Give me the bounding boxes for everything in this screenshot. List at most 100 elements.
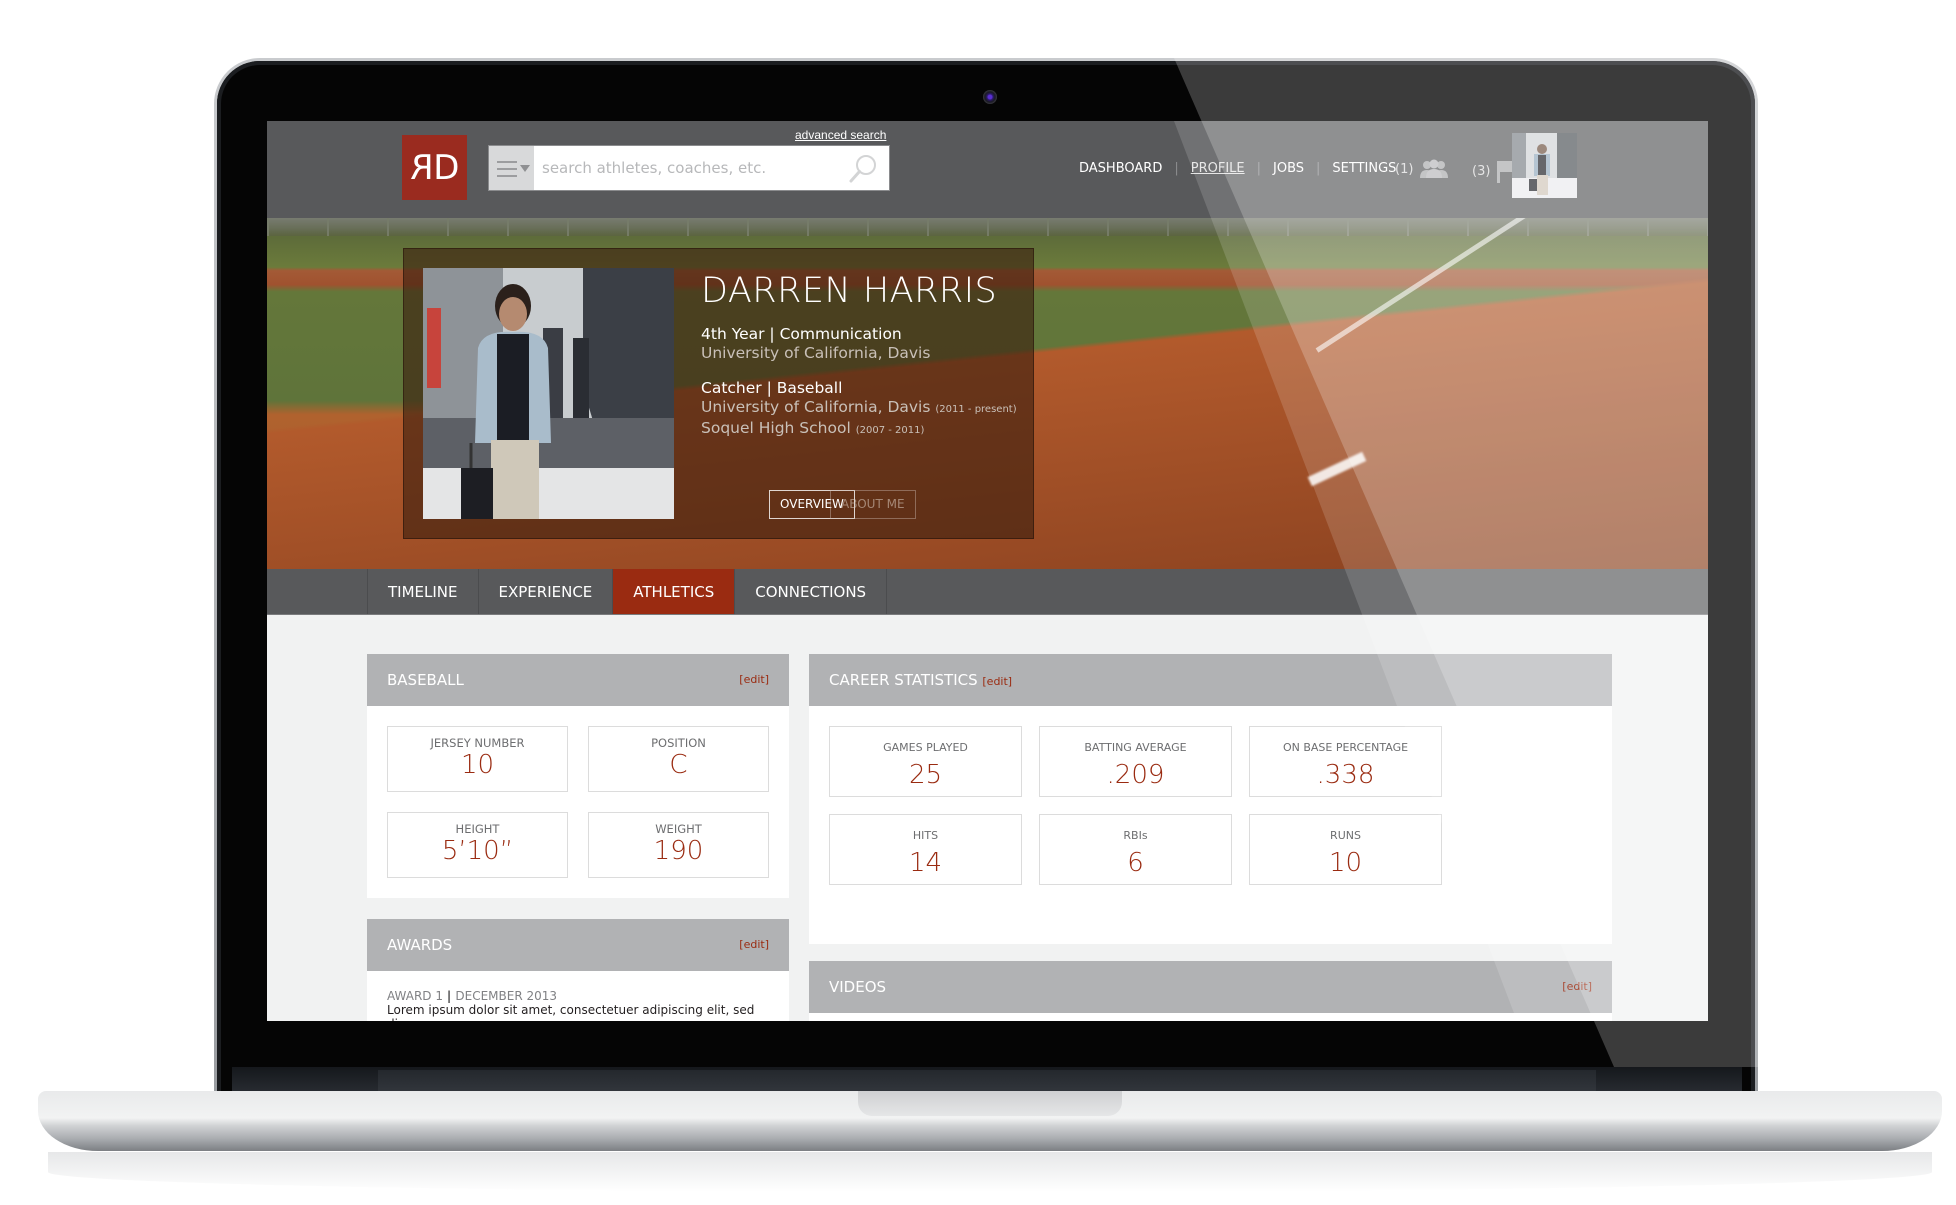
tab-timeline[interactable]: TIMELINE: [367, 569, 478, 614]
caret-down-icon: [520, 165, 530, 172]
notifications[interactable]: (3): [1472, 159, 1516, 183]
camera-icon: [983, 90, 997, 104]
nav-separator: |: [1316, 161, 1321, 176]
profile-photo-image: [423, 268, 674, 519]
field-label: POSITION: [651, 736, 706, 750]
baseball-card-title: BASEBALL: [387, 671, 464, 689]
school: University of California, Davis: [701, 344, 931, 362]
stat-value: 10: [1328, 848, 1363, 878]
field-value: C: [669, 750, 688, 780]
profile-tab-bar: TIMELINE EXPERIENCE ATHLETICS CONNECTION…: [267, 569, 1708, 615]
awards-card-header: AWARDS [edit]: [367, 919, 789, 971]
main-nav: DASHBOARD | PROFILE | JOBS | SETTINGS: [1079, 161, 1396, 176]
stat-label: GAMES PLAYED: [883, 741, 968, 754]
position-field: POSITION C: [588, 726, 769, 792]
nav-jobs[interactable]: JOBS: [1273, 161, 1304, 176]
videos-card-header: VIDEOS [edit]: [809, 961, 1612, 1013]
connection-requests[interactable]: (1): [1395, 159, 1449, 179]
award-date: DECEMBER 2013: [455, 989, 558, 1003]
stat-value: 6: [1127, 848, 1144, 878]
stat-label: HITS: [912, 829, 939, 842]
team-history-1: University of California, Davis (2011 - …: [701, 398, 1017, 419]
avatar-photo: [1512, 133, 1577, 198]
search-input[interactable]: [534, 146, 844, 190]
awards-edit-link[interactable]: [edit]: [739, 919, 769, 971]
nav-settings[interactable]: SETTINGS: [1332, 161, 1396, 176]
awards-card: AWARDS [edit] AWARD 1 | DECEMBER 2013 Lo…: [367, 919, 789, 1021]
videos-card-title: VIDEOS: [829, 978, 887, 996]
field-label: WEIGHT: [655, 822, 702, 836]
team-years: (2011 - present): [935, 404, 1017, 415]
award-title: AWARD 1: [387, 989, 443, 1003]
field-label: HEIGHT: [455, 822, 500, 836]
career-stat-box: HITS 14: [829, 814, 1022, 885]
laptop-lid-notch: [858, 1091, 1122, 1116]
laptop-reflection: [48, 1152, 1932, 1192]
field-value: 190: [653, 836, 704, 866]
stat-label: ON BASE PERCENTAGE: [1282, 741, 1409, 754]
stat-label: BATTING AVERAGE: [1084, 741, 1187, 754]
search-icon[interactable]: [847, 153, 879, 185]
connection-requests-count: (1): [1395, 161, 1414, 177]
tab-athletics[interactable]: ATHLETICS: [612, 569, 735, 614]
award-description: Lorem ipsum dolor sit amet, consectetuer…: [387, 1003, 755, 1021]
team-years: (2007 - 2011): [855, 425, 925, 436]
height-field: HEIGHT 5’10”: [387, 812, 568, 878]
stat-label: RBIs: [1123, 829, 1148, 842]
awards-card-title: AWARDS: [387, 936, 453, 954]
profile-photo: [423, 268, 674, 519]
profile-name: DARREN HARRIS: [701, 271, 998, 311]
baseball-card: BASEBALL [edit] JERSEY NUMBER 10 POSITIO…: [367, 654, 789, 898]
advanced-search-link[interactable]: advanced search: [795, 128, 886, 142]
field-label: JERSEY NUMBER: [430, 736, 525, 750]
nav-separator: |: [1174, 161, 1179, 176]
hero-background-chalk: [1307, 451, 1367, 487]
career-stat-box: RUNS 10: [1249, 814, 1442, 885]
profile-card: DARREN HARRIS 4th Year | Communication U…: [403, 248, 1034, 539]
people-icon: [1420, 159, 1449, 178]
field-value: 10: [460, 750, 495, 780]
videos-edit-link[interactable]: [edit]: [1562, 961, 1592, 1013]
logo-letter-r: R: [412, 147, 434, 188]
career-statistics-header: CAREER STATISTICS [edit]: [809, 654, 1612, 706]
field-value: 5’10”: [441, 836, 514, 866]
search-filter-dropdown[interactable]: [489, 146, 534, 190]
stat-value: 14: [908, 848, 943, 878]
baseball-card-header: BASEBALL [edit]: [367, 654, 789, 706]
jersey-number-field: JERSEY NUMBER 10: [387, 726, 568, 792]
nav-profile[interactable]: PROFILE: [1191, 161, 1245, 176]
stat-label: RUNS: [1330, 829, 1361, 842]
logo-letter-d: D: [433, 147, 459, 188]
career-stat-box: BATTING AVERAGE .209: [1039, 726, 1232, 797]
top-navigation-bar: RD advanced search DASHBOARD | PROFILE |…: [267, 121, 1708, 218]
career-statistics-title: CAREER STATISTICS: [829, 671, 978, 689]
career-statistics-card: CAREER STATISTICS [edit] GAMES PLAYED 25 B…: [809, 654, 1612, 944]
profile-hero: DARREN HARRIS 4th Year | Communication U…: [267, 218, 1708, 569]
nav-dashboard[interactable]: DASHBOARD: [1079, 161, 1162, 176]
notifications-count: (3): [1472, 163, 1491, 179]
hero-background-foul-line: [1315, 218, 1671, 353]
career-stat-box: GAMES PLAYED 25: [829, 726, 1022, 797]
stat-value: .338: [1316, 760, 1375, 790]
logo[interactable]: RD: [402, 135, 467, 200]
about-me-button[interactable]: ABOUT ME: [830, 490, 916, 519]
year-major: 4th Year | Communication: [701, 325, 902, 343]
career-statistics-edit-link[interactable]: [edit]: [982, 675, 1012, 688]
tab-experience[interactable]: EXPERIENCE: [477, 569, 613, 614]
screen: RD advanced search DASHBOARD | PROFILE |…: [267, 121, 1708, 1021]
position-sport: Catcher | Baseball: [701, 379, 843, 397]
menu-icon: [497, 161, 517, 182]
nav-separator: |: [1256, 161, 1261, 176]
career-stat-box: ON BASE PERCENTAGE .338: [1249, 726, 1442, 797]
user-avatar[interactable]: [1512, 133, 1577, 198]
weight-field: WEIGHT 190: [588, 812, 769, 878]
profile-tabs: TIMELINE EXPERIENCE ATHLETICS CONNECTION…: [367, 569, 888, 614]
stat-value: .209: [1106, 760, 1165, 790]
award-item-meta: AWARD 1 | DECEMBER 2013: [387, 989, 557, 1003]
stat-value: 25: [908, 760, 943, 790]
tab-connections[interactable]: CONNECTIONS: [734, 569, 888, 614]
baseball-edit-link[interactable]: [edit]: [739, 654, 769, 706]
team-name: University of California, Davis: [701, 398, 931, 416]
videos-card: VIDEOS [edit]: [809, 961, 1612, 1021]
search-box: [488, 145, 890, 191]
